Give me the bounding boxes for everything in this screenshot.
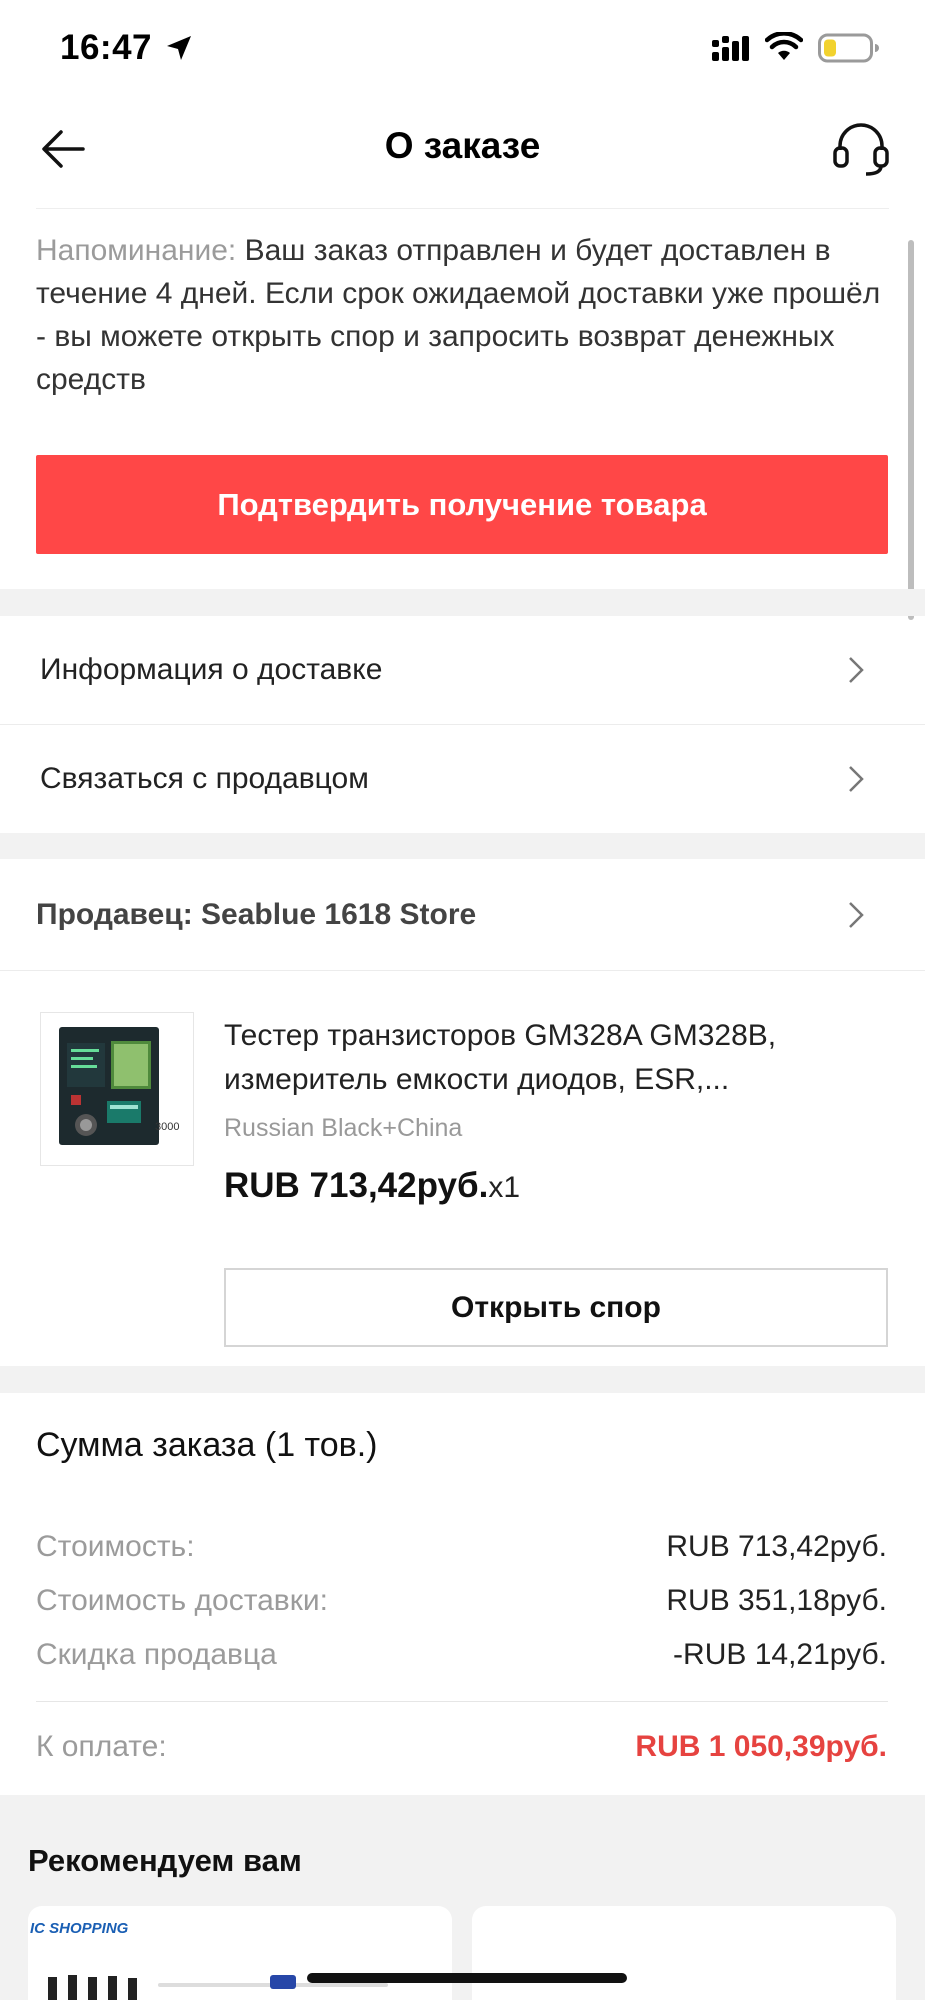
seller-label: Продавец: Seablue 1618 Store: [36, 898, 477, 931]
recommendations-title: Рекомендуем вам: [28, 1843, 302, 1878]
total-label: К оплате:: [36, 1730, 167, 1763]
delivery-info-label: Информация о доставке: [40, 653, 383, 686]
product-quantity: x1: [488, 1171, 521, 1204]
header-divider: [36, 208, 889, 209]
product-image-label: 3000: [155, 1121, 179, 1133]
seller-row[interactable]: Продавец: Seablue 1618 Store: [0, 860, 925, 970]
battery-icon: [818, 33, 879, 63]
page-title: О заказе: [384, 125, 541, 166]
row-divider: [0, 970, 925, 971]
scrollbar[interactable]: [908, 240, 914, 620]
reminder-text: Напоминание: Ваш заказ отправлен и будет…: [36, 229, 896, 401]
status-time: 16:47: [60, 28, 153, 67]
product-variant: Russian Black+China: [224, 1114, 463, 1142]
order-summary-title: Сумма заказа (1 тов.): [36, 1426, 378, 1464]
product-price: RUB 713,42руб.x1: [224, 1166, 520, 1206]
recommendation-logo: IC SHOPPING: [30, 1920, 129, 1937]
section-gap: [0, 589, 925, 616]
confirm-receipt-button[interactable]: Подтвердить получение товара: [36, 455, 888, 554]
chevron-right-icon: [849, 902, 864, 928]
product-price-value: RUB 713,42руб.: [224, 1166, 489, 1205]
support-button[interactable]: [830, 118, 892, 180]
shipping-value: RUB 351,18руб.: [666, 1584, 887, 1617]
discount-label: Скидка продавца: [36, 1638, 277, 1671]
cost-value: RUB 713,42руб.: [666, 1530, 887, 1563]
total-value: RUB 1 050,39руб.: [635, 1730, 887, 1763]
section-gap: [0, 833, 925, 859]
section-gap: [0, 1366, 925, 1393]
discount-value: -RUB 14,21руб.: [673, 1638, 887, 1671]
shipping-label: Стоимость доставки:: [36, 1584, 328, 1617]
signal-icon: [712, 36, 749, 61]
wifi-icon: [765, 32, 803, 60]
delivery-info-row[interactable]: Информация о доставке: [0, 616, 925, 724]
contact-seller-row[interactable]: Связаться с продавцом: [0, 725, 925, 833]
product-name[interactable]: Тестер транзисторов GM328A GM328B, измер…: [224, 1014, 884, 1102]
home-indicator[interactable]: [307, 1973, 627, 1983]
reminder-label: Напоминание:: [36, 234, 237, 267]
cost-label: Стоимость:: [36, 1530, 195, 1563]
product-photo: 3000: [59, 1027, 179, 1145]
summary-divider: [36, 1701, 888, 1702]
chevron-right-icon: [849, 766, 864, 792]
open-dispute-button[interactable]: Открыть спор: [224, 1268, 888, 1347]
chevron-right-icon: [849, 657, 864, 683]
headset-icon: [833, 123, 889, 176]
contact-seller-label: Связаться с продавцом: [40, 762, 369, 795]
product-image[interactable]: 3000: [40, 1012, 194, 1166]
location-arrow-icon: [167, 36, 191, 60]
